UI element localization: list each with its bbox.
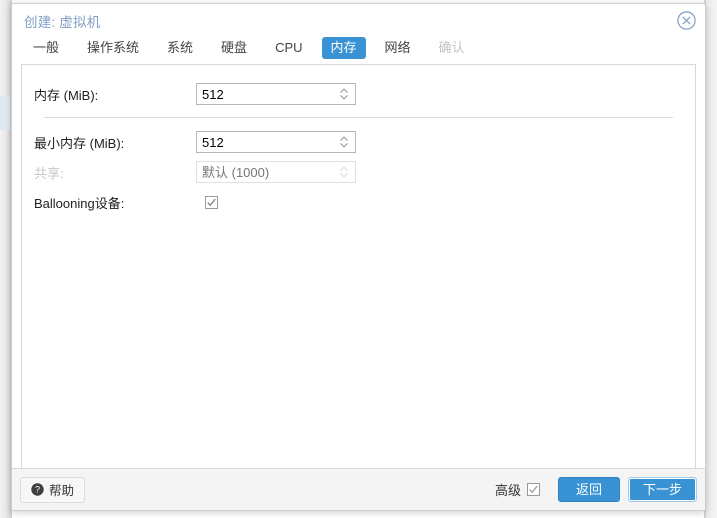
close-icon[interactable]: [676, 10, 697, 31]
memory-panel: 内存 (MiB): 最小内存 (MiB):: [21, 64, 696, 468]
memory-input[interactable]: [197, 84, 331, 104]
shares-input: [197, 162, 331, 182]
dialog-title: 创建: 虚拟机: [24, 14, 101, 30]
tab-disks[interactable]: 硬盘: [212, 37, 256, 59]
min-memory-spinner-icon[interactable]: [337, 134, 351, 150]
shares-spinner-icon: [337, 164, 351, 180]
memory-row: 内存 (MiB):: [34, 79, 683, 109]
memory-form: 内存 (MiB): 最小内存 (MiB):: [22, 65, 695, 217]
question-circle-icon: ?: [31, 483, 44, 496]
dialog-header: 创建: 虚拟机: [12, 4, 705, 37]
shares-label: 共享:: [34, 165, 64, 181]
ballooning-checkbox[interactable]: [205, 195, 218, 209]
tab-network[interactable]: 网络: [376, 37, 420, 59]
advanced-toggle[interactable]: 高级: [495, 480, 540, 499]
min-memory-input[interactable]: [197, 132, 331, 152]
back-button[interactable]: 返回: [557, 477, 620, 502]
tab-os[interactable]: 操作系统: [78, 37, 148, 59]
svg-text:?: ?: [35, 485, 40, 495]
ballooning-row: Ballooning设备:: [34, 187, 683, 217]
next-button[interactable]: 下一步: [627, 477, 697, 502]
min-memory-label: 最小内存 (MiB):: [34, 135, 125, 151]
min-memory-row: 最小内存 (MiB):: [34, 127, 683, 157]
shares-field: [196, 161, 356, 183]
memory-spinner-icon[interactable]: [337, 86, 351, 102]
tab-system[interactable]: 系统: [158, 37, 202, 59]
shares-row: 共享:: [34, 157, 683, 187]
ballooning-label: Ballooning设备:: [34, 195, 125, 211]
wizard-tabbar: 一般 操作系统 系统 硬盘 CPU 内存 网络 确认: [12, 37, 705, 64]
backdrop-right-rail: [706, 0, 717, 518]
tab-memory[interactable]: 内存: [321, 37, 366, 59]
help-button[interactable]: ? 帮助: [20, 476, 86, 503]
tab-general[interactable]: 一般: [24, 37, 68, 59]
min-memory-field[interactable]: [196, 131, 356, 153]
tab-cpu[interactable]: CPU: [266, 37, 311, 59]
create-vm-dialog: 创建: 虚拟机 一般 操作系统 系统 硬盘 CPU 内存 网络 确认 内存 (M…: [11, 3, 706, 511]
memory-label: 内存 (MiB):: [34, 87, 99, 103]
advanced-checkbox[interactable]: [526, 483, 540, 496]
backdrop-left-rail: [0, 0, 10, 518]
dialog-footer: ? 帮助 高级 返回 下一步: [12, 468, 705, 510]
help-button-label: 帮助: [49, 484, 75, 498]
section-divider: [44, 117, 673, 118]
tab-confirm: 确认: [438, 40, 465, 55]
advanced-label: 高级: [494, 483, 521, 498]
memory-field[interactable]: [196, 83, 356, 105]
